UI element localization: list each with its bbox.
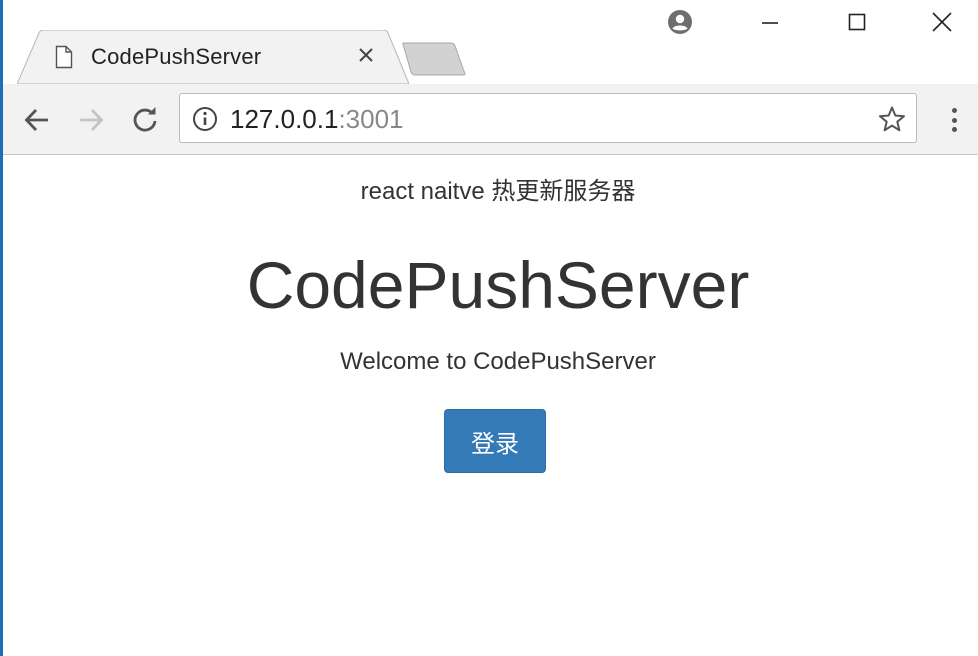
address-bar[interactable]: 127.0.0.1:3001 xyxy=(179,93,917,143)
menu-dot xyxy=(951,127,957,132)
minimize-icon xyxy=(762,22,778,24)
star-icon[interactable] xyxy=(878,105,906,133)
page-subtitle: react naitve 热更新服务器 xyxy=(360,178,636,205)
url-port: :3001 xyxy=(338,104,404,134)
arrow-left-icon xyxy=(24,109,48,131)
forward-button[interactable] xyxy=(73,102,109,138)
minimize-button[interactable] xyxy=(742,0,798,44)
maximize-button[interactable] xyxy=(829,0,885,44)
tab-title: CodePushServer xyxy=(91,44,262,69)
menu-dot xyxy=(951,108,957,113)
title-bar: CodePushServer xyxy=(3,0,978,84)
account-circle-icon xyxy=(668,10,692,34)
browser-toolbar: 127.0.0.1:3001 xyxy=(3,84,978,155)
reload-icon xyxy=(133,107,157,132)
document-icon xyxy=(55,45,73,69)
url-host: 127.0.0.1 xyxy=(230,104,339,134)
arrow-right-icon xyxy=(80,109,104,131)
maximize-icon xyxy=(848,13,866,31)
back-button[interactable] xyxy=(19,102,55,138)
welcome-text: Welcome to CodePushServer xyxy=(340,348,656,375)
tab-close-button[interactable] xyxy=(355,44,377,66)
window-close-button[interactable] xyxy=(914,0,970,44)
more-vertical-icon[interactable] xyxy=(941,104,967,136)
close-icon xyxy=(359,48,373,62)
new-tab-button[interactable] xyxy=(401,42,467,76)
browser-tab[interactable]: CodePushServer xyxy=(17,30,409,84)
url-text: 127.0.0.1:3001 xyxy=(230,104,404,135)
menu-dot xyxy=(951,117,957,123)
close-icon xyxy=(932,12,952,32)
login-button[interactable]: 登录 xyxy=(444,409,546,473)
info-icon[interactable] xyxy=(192,106,218,132)
profile-button[interactable] xyxy=(666,8,694,36)
page-title: CodePushServer xyxy=(246,248,750,322)
page-content: react naitve 热更新服务器 CodePushServer Welco… xyxy=(3,155,978,656)
reload-button[interactable] xyxy=(127,102,163,138)
